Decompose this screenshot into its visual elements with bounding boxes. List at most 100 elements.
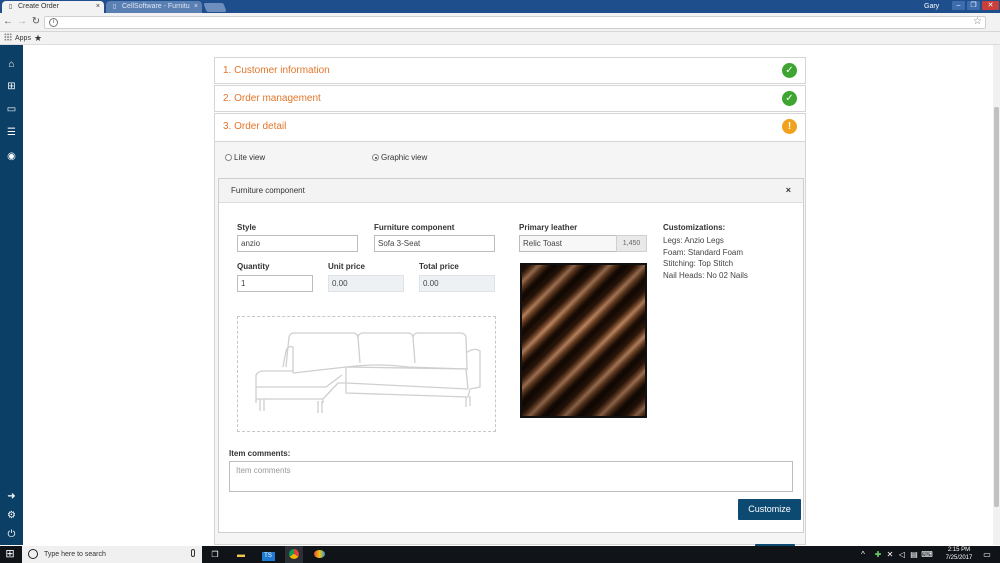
- tray-chevron-icon[interactable]: ^: [858, 546, 868, 563]
- profile-name[interactable]: Gary: [924, 1, 939, 12]
- total-price-field: 0.00: [419, 275, 495, 292]
- task-view-icon[interactable]: ❐: [206, 546, 224, 563]
- reload-icon[interactable]: ↻: [30, 16, 42, 28]
- minimize-button[interactable]: –: [952, 1, 965, 10]
- gear-icon[interactable]: ⚙: [0, 508, 23, 524]
- clock-time: 2:15 PM: [947, 547, 971, 553]
- leather-swatch-image: [520, 263, 647, 418]
- primary-leather-label: Primary leather: [519, 223, 578, 232]
- style-input[interactable]: anzio: [237, 235, 358, 252]
- bookmark-folder-star-icon[interactable]: ★: [34, 32, 42, 44]
- laptop-icon[interactable]: ▭: [0, 102, 23, 118]
- scrollbar-thumb[interactable]: [994, 107, 999, 507]
- apps-shortcut[interactable]: Apps: [4, 33, 31, 44]
- logout-arrow-icon[interactable]: ➜: [0, 489, 23, 505]
- chrome-logo: [289, 549, 299, 559]
- windows-taskbar: ⊞ Type here to search ❐ ▬ TS ^ ✚ ✕ ◁ ▤ ⌨…: [0, 546, 1000, 563]
- tab-cellsoftware[interactable]: ▯ CellSoftware - Furnitu ×: [106, 1, 202, 13]
- address-bar[interactable]: i ☆: [44, 16, 986, 29]
- new-tab-button[interactable]: [203, 3, 227, 12]
- apps-grid-icon: [4, 33, 12, 41]
- customization-nail-heads: Nail Heads: No 02 Nails: [663, 270, 748, 280]
- step-title: 1. Customer information: [223, 65, 330, 76]
- paint-app-icon[interactable]: [310, 546, 328, 563]
- power-icon[interactable]: ⏻: [0, 527, 23, 543]
- customizations-label: Customizations:: [663, 223, 726, 232]
- card-title: Furniture component: [231, 186, 305, 195]
- customize-button[interactable]: Customize: [738, 499, 801, 520]
- ts-app-icon[interactable]: TS: [259, 546, 277, 563]
- furniture-component-card: Furniture component × Style anzio Furnit…: [218, 178, 804, 533]
- customization-stitching: Stitching: Top Stitch: [663, 259, 734, 268]
- lite-view-option[interactable]: Lite view: [225, 153, 265, 163]
- apps-label: Apps: [15, 35, 31, 42]
- check-circle-icon: ✓: [782, 91, 797, 106]
- app-sidebar: ⌂ ⊞ ▭ ☰ ◉ ➜ ⚙ ⏻: [0, 45, 23, 545]
- check-circle-icon: ✓: [782, 63, 797, 78]
- furniture-component-input[interactable]: Sofa 3-Seat: [374, 235, 495, 252]
- back-arrow-icon[interactable]: ←: [2, 16, 14, 28]
- action-center-icon[interactable]: ▭: [980, 546, 994, 563]
- furniture-component-label: Furniture component: [374, 223, 455, 232]
- lite-view-radio[interactable]: [225, 154, 232, 161]
- sectional-sofa-icon: [255, 332, 481, 413]
- order-detail-panel: Lite view Graphic view Furniture compone…: [214, 142, 806, 548]
- tab-close-icon[interactable]: ×: [194, 1, 198, 13]
- step-order-management[interactable]: 2. Order management ✓: [214, 85, 806, 112]
- step-customer-information[interactable]: 1. Customer information ✓: [214, 57, 806, 84]
- home-icon[interactable]: ⌂: [0, 57, 23, 73]
- swatch-shading: [522, 265, 645, 416]
- ts-app-badge: TS: [261, 552, 275, 561]
- bookmarks-bar: Apps ★: [0, 32, 1000, 45]
- graphic-view-option[interactable]: Graphic view: [372, 153, 427, 163]
- page-scrollbar[interactable]: [993, 45, 1000, 545]
- unit-price-label: Unit price: [328, 262, 365, 271]
- bookmark-star-icon[interactable]: ☆: [973, 16, 982, 27]
- network-icon[interactable]: ▤: [909, 546, 919, 563]
- tray-app-icon[interactable]: ✚: [872, 546, 884, 563]
- card-header: Furniture component ×: [219, 179, 803, 203]
- forward-arrow-icon[interactable]: →: [16, 16, 28, 28]
- microphone-icon[interactable]: [191, 549, 195, 557]
- sofa-illustration-box: [237, 316, 496, 432]
- warning-circle-icon: !: [782, 119, 797, 134]
- taskbar-search-placeholder: Type here to search: [44, 551, 106, 558]
- volume-muted-icon[interactable]: ✕: [885, 546, 895, 563]
- item-comments-label: Item comments:: [229, 449, 291, 458]
- step-order-detail[interactable]: 3. Order detail !: [214, 113, 806, 142]
- graphic-view-label: Graphic view: [381, 153, 428, 162]
- quantity-label: Quantity: [237, 262, 270, 271]
- windows-start-icon[interactable]: ⊞: [2, 546, 18, 563]
- dashboard-icon[interactable]: ◉: [0, 149, 23, 165]
- quantity-input[interactable]: 1: [237, 275, 313, 292]
- tab-close-icon[interactable]: ×: [96, 1, 100, 13]
- graphic-view-radio[interactable]: [372, 154, 379, 161]
- lite-view-label: Lite view: [234, 153, 266, 162]
- list-icon[interactable]: ☰: [0, 125, 23, 141]
- style-label: Style: [237, 223, 257, 232]
- clock-date: 7/25/2017: [945, 555, 973, 561]
- clock[interactable]: 2:15 PM 7/25/2017: [944, 546, 974, 562]
- browser-toolbar: ← → ↻ i ☆: [0, 13, 1000, 32]
- file-explorer-icon[interactable]: ▬: [232, 546, 250, 563]
- page-icon: ▯: [112, 4, 117, 10]
- customizations-list: Legs: Anzio Legs Foam: Standard Foam Sti…: [663, 235, 748, 281]
- close-icon[interactable]: ×: [786, 179, 791, 201]
- tab-title: Create Order: [18, 3, 59, 10]
- tab-create-order[interactable]: ▯ Create Order ×: [2, 1, 104, 13]
- browser-tabstrip: ▯ Create Order × ▯ CellSoftware - Furnit…: [0, 0, 1000, 13]
- customization-legs: Legs: Anzio Legs: [663, 236, 724, 245]
- info-icon[interactable]: i: [49, 18, 58, 27]
- chrome-icon[interactable]: [285, 546, 303, 563]
- add-square-icon[interactable]: ⊞: [0, 79, 23, 95]
- restore-button[interactable]: ❐: [967, 1, 980, 10]
- speaker-icon[interactable]: ◁: [897, 546, 907, 563]
- keyboard-icon[interactable]: ⌨: [921, 546, 933, 563]
- primary-leather-input[interactable]: Relic Toast: [519, 235, 616, 252]
- taskbar-search[interactable]: Type here to search: [22, 546, 202, 563]
- window-close-button[interactable]: ✕: [982, 1, 999, 10]
- paint-palette-logo: [313, 550, 325, 558]
- item-comments-textarea[interactable]: Item comments: [229, 461, 793, 492]
- total-price-label: Total price: [419, 262, 459, 271]
- unit-price-field: 0.00: [328, 275, 404, 292]
